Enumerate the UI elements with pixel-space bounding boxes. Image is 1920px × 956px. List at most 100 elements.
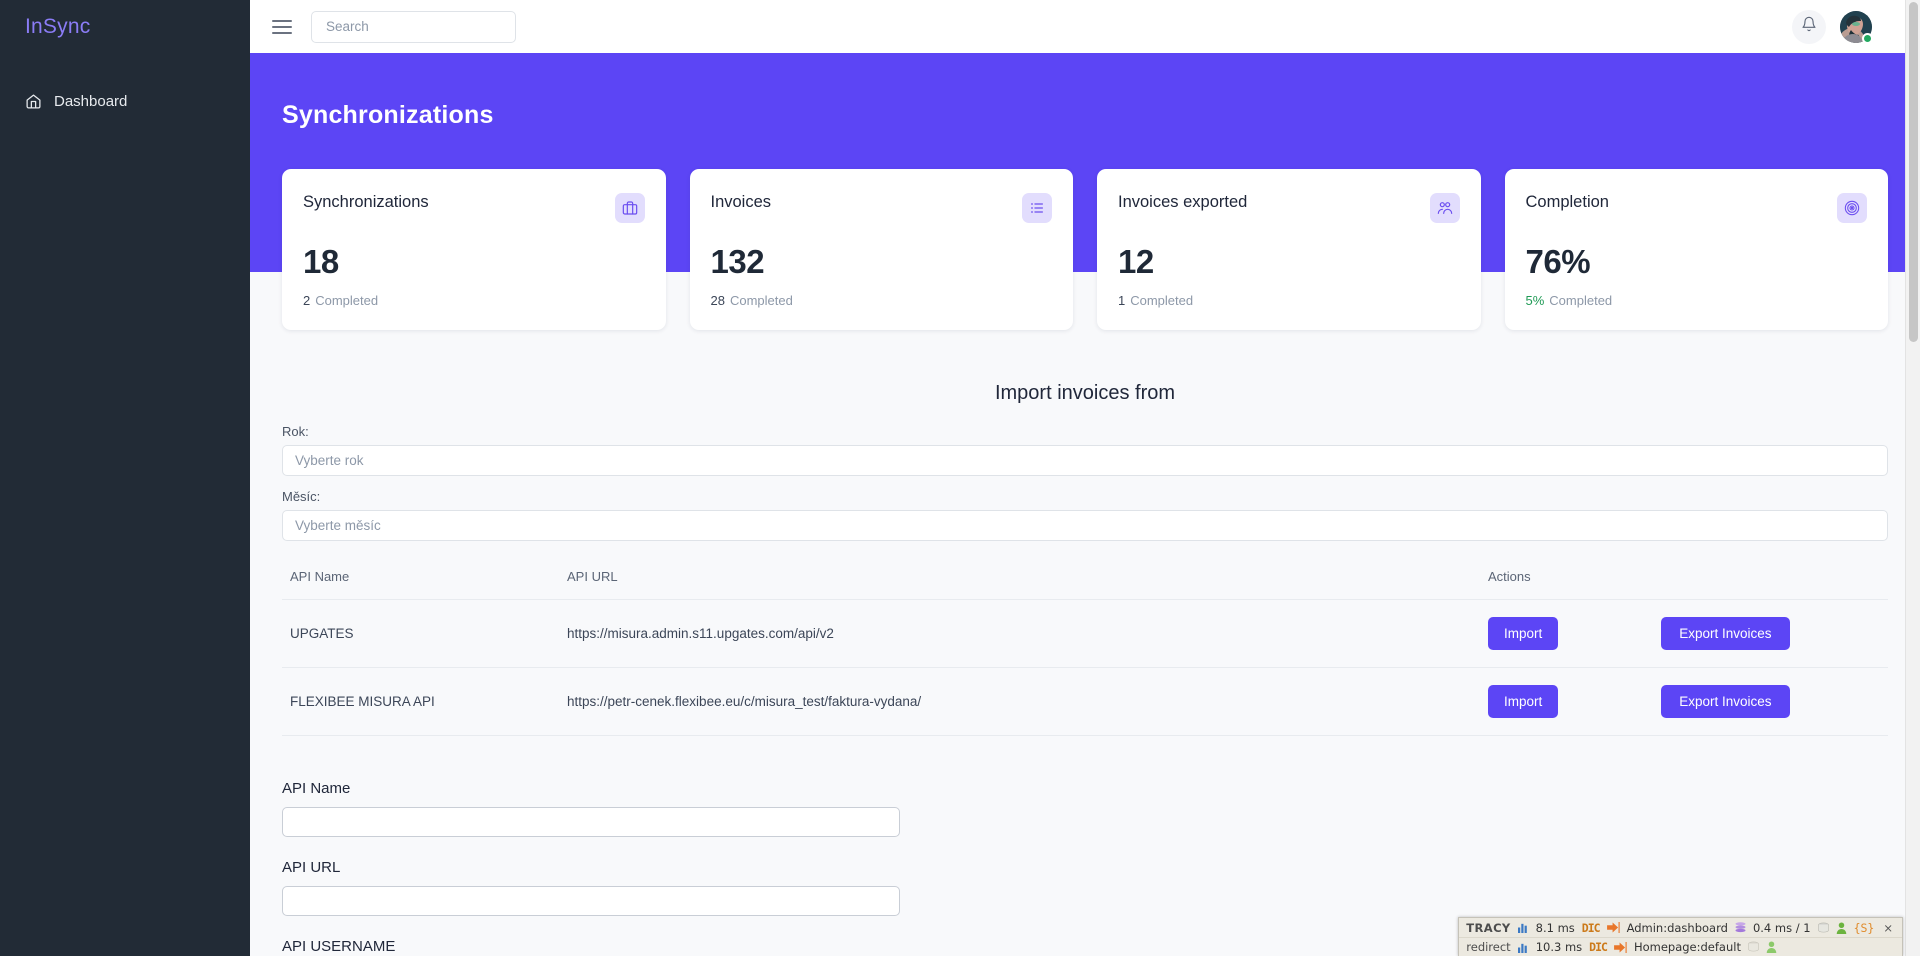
- api-name-input[interactable]: [282, 807, 900, 837]
- api-table-head: API Name API URL Actions: [282, 569, 1888, 600]
- cell-api-name: FLEXIBEE MISURA API: [290, 694, 435, 709]
- sidebar: InSync Dashboard: [0, 0, 250, 956]
- stat-card-subtext: 28 Completed: [711, 293, 1053, 308]
- stat-card-invoices-exported: Invoices exported 12 1 Completed: [1097, 169, 1481, 330]
- stat-card-sub-label: Completed: [729, 293, 793, 308]
- tracy-route[interactable]: Admin:dashboard: [1627, 921, 1728, 935]
- bell-icon: [1801, 16, 1817, 37]
- tracy-time[interactable]: 10.3 ms: [1536, 940, 1582, 954]
- tracy-bar-chart-icon: [1517, 942, 1529, 953]
- year-label: Rok:: [282, 424, 309, 439]
- sidebar-item-dashboard[interactable]: Dashboard: [0, 87, 250, 116]
- tracy-route-arrow-icon: [1606, 922, 1620, 933]
- tracy-time[interactable]: 8.1 ms: [1536, 921, 1575, 935]
- import-button[interactable]: Import: [1488, 685, 1559, 718]
- tracy-debug-bar: TRACY 8.1 ms DIC Admin:dashboard 0.4 ms …: [1458, 917, 1903, 956]
- year-select-value: Vyberte rok: [295, 453, 364, 468]
- tracy-user-icon: [1836, 922, 1847, 934]
- cell-api-name: UPGATES: [290, 626, 354, 641]
- notifications-button[interactable]: [1792, 9, 1826, 44]
- stat-card-sub-label: Completed: [315, 293, 379, 308]
- tracy-route-arrow-icon: [1614, 941, 1627, 953]
- search-field[interactable]: [311, 10, 516, 43]
- home-icon: [25, 93, 42, 110]
- brand-text: InSync: [25, 14, 91, 38]
- stat-card-sub-number: 2: [303, 293, 311, 308]
- export-invoices-button[interactable]: Export Invoices: [1661, 685, 1790, 718]
- api-table: API Name API URL Actions UPGATES https:/…: [282, 569, 1888, 736]
- export-invoices-button[interactable]: Export Invoices: [1661, 617, 1790, 650]
- stat-cards: Synchronizations 18 2 Completed Invoices…: [282, 53, 1888, 330]
- tracy-redirect-label[interactable]: redirect: [1466, 940, 1510, 954]
- hamburger-icon[interactable]: [272, 19, 292, 34]
- page-scrollbar[interactable]: [1905, 0, 1920, 956]
- stat-card-value: 76%: [1525, 243, 1591, 280]
- month-label: Měsíc:: [282, 489, 321, 504]
- column-header-actions: Actions: [1488, 569, 1531, 584]
- tracy-close-icon[interactable]: ×: [1881, 921, 1895, 935]
- table-row: UPGATES https://misura.admin.s11.upgates…: [282, 599, 1888, 668]
- stat-card-label: Completion: [1525, 193, 1609, 211]
- cell-actions: Import Export Invoices: [1488, 668, 1888, 736]
- cell-actions: Import Export Invoices: [1488, 600, 1888, 668]
- cell-api-url: https://misura.admin.s11.upgates.com/api…: [567, 626, 834, 641]
- tracy-user-icon: [1766, 941, 1777, 953]
- stat-card-sub-number: 28: [710, 293, 725, 308]
- api-url-input[interactable]: [282, 886, 900, 916]
- sidebar-nav: Dashboard: [0, 87, 250, 116]
- month-select[interactable]: Vyberte měsíc: [282, 510, 1888, 541]
- status-dot-online: [1862, 32, 1873, 44]
- app-root: InSync Dashboard Search Synchronizations…: [0, 0, 1920, 956]
- tracy-label[interactable]: TRACY: [1466, 921, 1510, 935]
- import-button[interactable]: Import: [1488, 617, 1559, 650]
- topbar: [250, 0, 1920, 53]
- list-icon: [1022, 193, 1052, 223]
- briefcase-icon: [614, 193, 645, 223]
- tracy-database-icon: [1735, 921, 1746, 934]
- api-name-label: API Name: [282, 780, 351, 797]
- stat-card-sub-number: 1: [1118, 293, 1126, 308]
- stat-card-value: 12: [1118, 243, 1154, 280]
- topbar-right: [1792, 9, 1873, 44]
- avatar[interactable]: [1840, 10, 1873, 44]
- tracy-db-time[interactable]: 0.4 ms / 1: [1753, 921, 1811, 935]
- stat-card-synchronizations: Synchronizations 18 2 Completed: [282, 169, 666, 330]
- stat-card-label: Invoices: [710, 193, 772, 211]
- sidebar-item-label: Dashboard: [54, 93, 128, 110]
- tracy-route[interactable]: Homepage:default: [1634, 940, 1741, 954]
- stat-card-completion: Completion 76% 5% Completed: [1504, 169, 1888, 330]
- tracy-dic-label[interactable]: DIC: [1589, 940, 1608, 954]
- tracy-row-secondary: redirect 10.3 ms DIC Homepage:default: [1459, 937, 1902, 956]
- cell-api-url: https://petr-cenek.flexibee.eu/c/misura_…: [567, 694, 922, 709]
- stat-card-sub-number: 5%: [1525, 293, 1545, 308]
- tracy-dic-label[interactable]: DIC: [1582, 921, 1601, 935]
- stat-card-sub-label: Completed: [1130, 293, 1194, 308]
- stat-card-subtext: 5% Completed: [1526, 293, 1868, 308]
- column-header-api-url: API URL: [567, 569, 618, 584]
- stat-card-subtext: 2 Completed: [303, 293, 645, 308]
- tracy-snippet-label[interactable]: {S}: [1854, 921, 1875, 935]
- table-header-row: API Name API URL Actions: [282, 569, 1888, 600]
- import-section-title: Import invoices from: [994, 382, 1176, 404]
- stat-card-label: Invoices exported: [1118, 193, 1248, 211]
- year-select[interactable]: Vyberte rok: [282, 445, 1888, 476]
- tracy-bar-chart-icon: [1517, 922, 1529, 933]
- target-icon: [1837, 193, 1867, 223]
- page-content: Synchronizations Synchronizations 18 2 C…: [250, 53, 1920, 956]
- table-row: FLEXIBEE MISURA API https://petr-cenek.f…: [282, 667, 1888, 736]
- stat-card-sub-label: Completed: [1549, 293, 1613, 308]
- api-table-body: UPGATES https://misura.admin.s11.upgates…: [282, 599, 1888, 736]
- stat-card-subtext: 1 Completed: [1118, 293, 1460, 308]
- brand-logo[interactable]: InSync: [0, 0, 250, 53]
- main-area: Synchronizations Synchronizations: [250, 0, 1920, 956]
- tracy-storage-icon: [1748, 941, 1759, 953]
- scrollbar-thumb[interactable]: [1909, 2, 1918, 342]
- stat-card-value: 132: [710, 243, 765, 280]
- tracy-row-primary: TRACY 8.1 ms DIC Admin:dashboard 0.4 ms …: [1459, 918, 1902, 937]
- tracy-storage-icon: [1817, 922, 1829, 934]
- search-input[interactable]: [326, 19, 501, 34]
- users-icon: [1429, 193, 1460, 223]
- stat-card-value: 18: [303, 243, 339, 280]
- stat-card-invoices: Invoices 132 28 Completed: [689, 169, 1073, 330]
- column-header-api-name: API Name: [290, 569, 350, 584]
